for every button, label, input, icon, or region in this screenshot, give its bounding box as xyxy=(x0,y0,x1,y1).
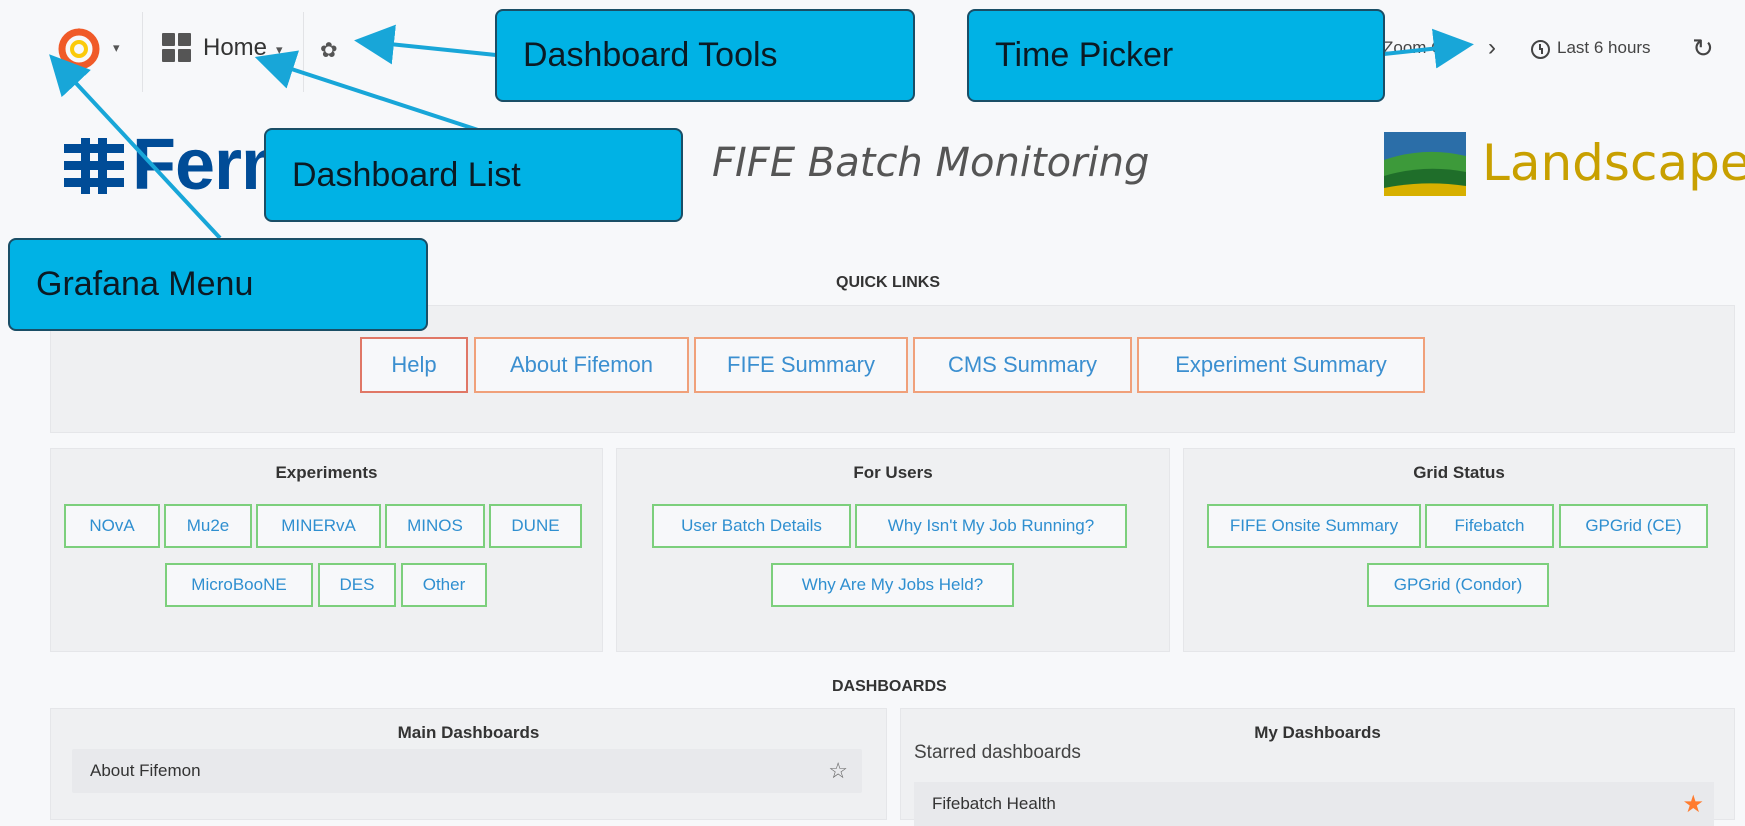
star-filled-icon[interactable]: ★ xyxy=(1682,790,1704,819)
experiment-button-other[interactable]: Other xyxy=(401,563,487,607)
chevron-right-icon[interactable]: › xyxy=(1488,34,1496,62)
dashboard-list-item-label: About Fifemon xyxy=(90,761,201,780)
nav-divider xyxy=(142,12,143,92)
fife-summary-button[interactable]: FIFE Summary xyxy=(694,337,908,393)
experiment-button-mu2e[interactable]: Mu2e xyxy=(164,504,252,548)
experiment-button-minos[interactable]: MINOS xyxy=(385,504,485,548)
star-outline-icon[interactable]: ☆ xyxy=(828,758,848,784)
dashboard-list-item[interactable]: About Fifemon ☆ xyxy=(72,749,862,793)
page-title: FIFE Batch Monitoring xyxy=(712,140,1150,186)
nav-divider xyxy=(303,12,304,92)
experiment-button-microboone[interactable]: MicroBooNE xyxy=(165,563,313,607)
gpgrid-condor-button[interactable]: GPGrid (Condor) xyxy=(1367,563,1549,607)
experiment-button-dune[interactable]: DUNE xyxy=(489,504,582,548)
experiment-button-nova[interactable]: NOvA xyxy=(64,504,160,548)
grid-status-title: Grid Status xyxy=(1413,463,1505,482)
about-fifemon-button[interactable]: About Fifemon xyxy=(474,337,689,393)
fermilab-logo xyxy=(64,138,124,194)
user-batch-details-button[interactable]: User Batch Details xyxy=(652,504,851,548)
quick-links-heading: QUICK LINKS xyxy=(836,274,940,291)
callout-dashboard-list: Dashboard List xyxy=(264,128,683,222)
zoom-out-button[interactable]: Zoom Out xyxy=(1383,38,1459,58)
starred-dashboard-item-label: Fifebatch Health xyxy=(932,794,1056,813)
starred-dashboard-item[interactable]: Fifebatch Health ★ xyxy=(914,782,1714,826)
experiments-title: Experiments xyxy=(275,463,378,482)
fifebatch-button[interactable]: Fifebatch xyxy=(1425,504,1554,548)
my-dashboards-title: My Dashboards xyxy=(1254,723,1381,742)
help-button[interactable]: Help xyxy=(360,337,468,393)
experiment-button-minerva[interactable]: MINERvA xyxy=(256,504,381,548)
gpgrid-ce-button[interactable]: GPGrid (CE) xyxy=(1559,504,1708,548)
refresh-icon[interactable]: ↻ xyxy=(1692,33,1714,64)
experiment-button-des[interactable]: DES xyxy=(318,563,396,607)
why-jobs-held-button[interactable]: Why Are My Jobs Held? xyxy=(771,563,1014,607)
dashboard-grid-icon[interactable] xyxy=(162,33,192,63)
grafana-logo-icon[interactable] xyxy=(54,24,104,74)
callout-dashboard-tools: Dashboard Tools xyxy=(495,9,915,102)
landscape-logo-icon xyxy=(1384,132,1466,196)
dashboard-picker-home[interactable]: Home xyxy=(203,34,267,62)
grid-status-panel: Grid Status xyxy=(1183,448,1735,652)
for-users-title: For Users xyxy=(853,463,933,482)
callout-grafana-menu: Grafana Menu xyxy=(8,238,428,331)
gear-icon[interactable]: ✿ xyxy=(320,38,338,63)
clock-icon xyxy=(1531,40,1550,59)
for-users-panel: For Users xyxy=(616,448,1170,652)
main-dashboards-title: Main Dashboards xyxy=(397,723,540,742)
dashboards-heading: DASHBOARDS xyxy=(832,678,947,695)
menu-caret-icon[interactable]: ▾ xyxy=(113,40,120,56)
starred-dashboards-label: Starred dashboards xyxy=(914,742,1081,763)
callout-time-picker: Time Picker xyxy=(967,9,1385,102)
fife-onsite-summary-button[interactable]: FIFE Onsite Summary xyxy=(1207,504,1421,548)
experiments-panel: Experiments xyxy=(50,448,603,652)
experiment-summary-button[interactable]: Experiment Summary xyxy=(1137,337,1425,393)
cms-summary-button[interactable]: CMS Summary xyxy=(913,337,1132,393)
home-caret-icon[interactable]: ▾ xyxy=(276,42,283,58)
why-job-not-running-button[interactable]: Why Isn't My Job Running? xyxy=(855,504,1127,548)
time-range-picker[interactable]: Last 6 hours xyxy=(1557,38,1651,58)
landscape-wordmark: Landscape xyxy=(1482,134,1745,192)
